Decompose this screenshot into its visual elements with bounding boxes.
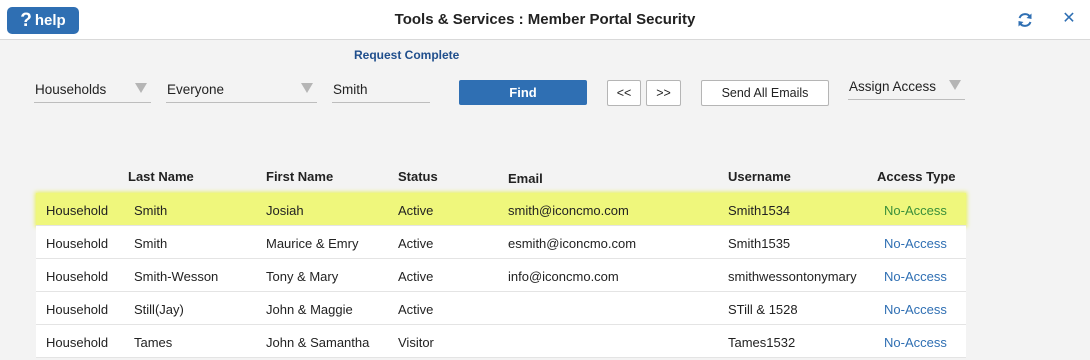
cell-access-type[interactable]: No-Access — [884, 203, 947, 218]
cell-type: Household — [46, 236, 109, 251]
caret-down-icon — [135, 83, 147, 93]
close-icon[interactable]: ✕ — [1060, 10, 1078, 28]
cell-type: Household — [46, 203, 109, 218]
cell-access-type[interactable]: No-Access — [884, 269, 947, 284]
cell-type: Household — [46, 269, 109, 284]
search-input[interactable] — [332, 77, 430, 103]
next-page-button[interactable]: >> — [646, 80, 681, 106]
table-row[interactable]: Household Still(Jay) John & Maggie Activ… — [36, 292, 966, 325]
cell-first-name: Maurice & Emry — [266, 236, 359, 251]
cell-first-name: Tony & Mary — [266, 269, 339, 284]
audience-dropdown[interactable]: Everyone — [166, 77, 317, 103]
status-message: Request Complete — [354, 48, 460, 62]
cell-first-name: John & Samantha — [266, 335, 370, 350]
cell-last-name: Smith — [134, 203, 168, 218]
cell-email: esmith@iconcmo.com — [508, 236, 637, 251]
column-header-last-name[interactable]: Last Name — [128, 169, 194, 184]
column-header-email[interactable]: Email — [508, 171, 543, 186]
cell-username: Smith1535 — [728, 236, 791, 251]
cell-last-name: Still(Jay) — [134, 302, 184, 317]
table-row[interactable]: Household Smith-Wesson Tony & Mary Activ… — [36, 259, 966, 292]
cell-access-type[interactable]: No-Access — [884, 236, 947, 251]
cell-status: Active — [398, 302, 434, 317]
cell-username: smithwessontonymary — [728, 269, 857, 284]
cell-status: Active — [398, 236, 434, 251]
cell-first-name: Josiah — [266, 203, 304, 218]
cell-last-name: Tames — [134, 335, 173, 350]
cell-type: Household — [46, 335, 109, 350]
column-header-status[interactable]: Status — [398, 169, 438, 184]
cell-access-type[interactable]: No-Access — [884, 302, 947, 317]
caret-down-icon — [301, 83, 313, 93]
audience-dropdown-value: Everyone — [167, 82, 225, 97]
send-all-emails-button[interactable]: Send All Emails — [701, 80, 829, 106]
cell-first-name: John & Maggie — [266, 302, 353, 317]
cell-access-type[interactable]: No-Access — [884, 335, 947, 350]
column-header-access-type[interactable]: Access Type — [877, 169, 956, 184]
cell-status: Active — [398, 269, 434, 284]
previous-page-button[interactable]: << — [607, 80, 641, 106]
column-header-username[interactable]: Username — [728, 169, 791, 184]
assign-access-dropdown[interactable]: Assign Access — [848, 74, 965, 100]
cell-type: Household — [46, 302, 109, 317]
type-dropdown[interactable]: Households — [34, 77, 151, 103]
cell-email: info@iconcmo.com — [508, 269, 619, 284]
table-row[interactable]: Household Smith Josiah Active smith@icon… — [36, 193, 966, 226]
cell-email: smith@iconcmo.com — [508, 203, 629, 218]
table-header: Last Name First Name Status Email Userna… — [0, 160, 1090, 190]
cell-status: Visitor — [398, 335, 434, 350]
table-row[interactable]: Household Smith Maurice & Emry Active es… — [36, 226, 966, 259]
refresh-icon[interactable] — [1016, 11, 1034, 29]
cell-status: Active — [398, 203, 434, 218]
type-dropdown-value: Households — [35, 82, 107, 97]
cell-last-name: Smith-Wesson — [134, 269, 219, 284]
cell-username: Tames1532 — [728, 335, 796, 350]
cell-username: Smith1534 — [728, 203, 791, 218]
find-button[interactable]: Find — [459, 80, 587, 105]
table-row[interactable]: Household Tames John & Samantha Visitor … — [36, 325, 966, 358]
column-header-first-name[interactable]: First Name — [266, 169, 333, 184]
assign-access-label: Assign Access — [849, 79, 937, 94]
title-bar: ? help Tools & Services : Member Portal … — [0, 0, 1090, 40]
window-title: Tools & Services : Member Portal Securit… — [394, 11, 696, 28]
caret-down-icon — [949, 80, 961, 90]
cell-last-name: Smith — [134, 236, 168, 251]
cell-username: STill & 1528 — [728, 302, 798, 317]
